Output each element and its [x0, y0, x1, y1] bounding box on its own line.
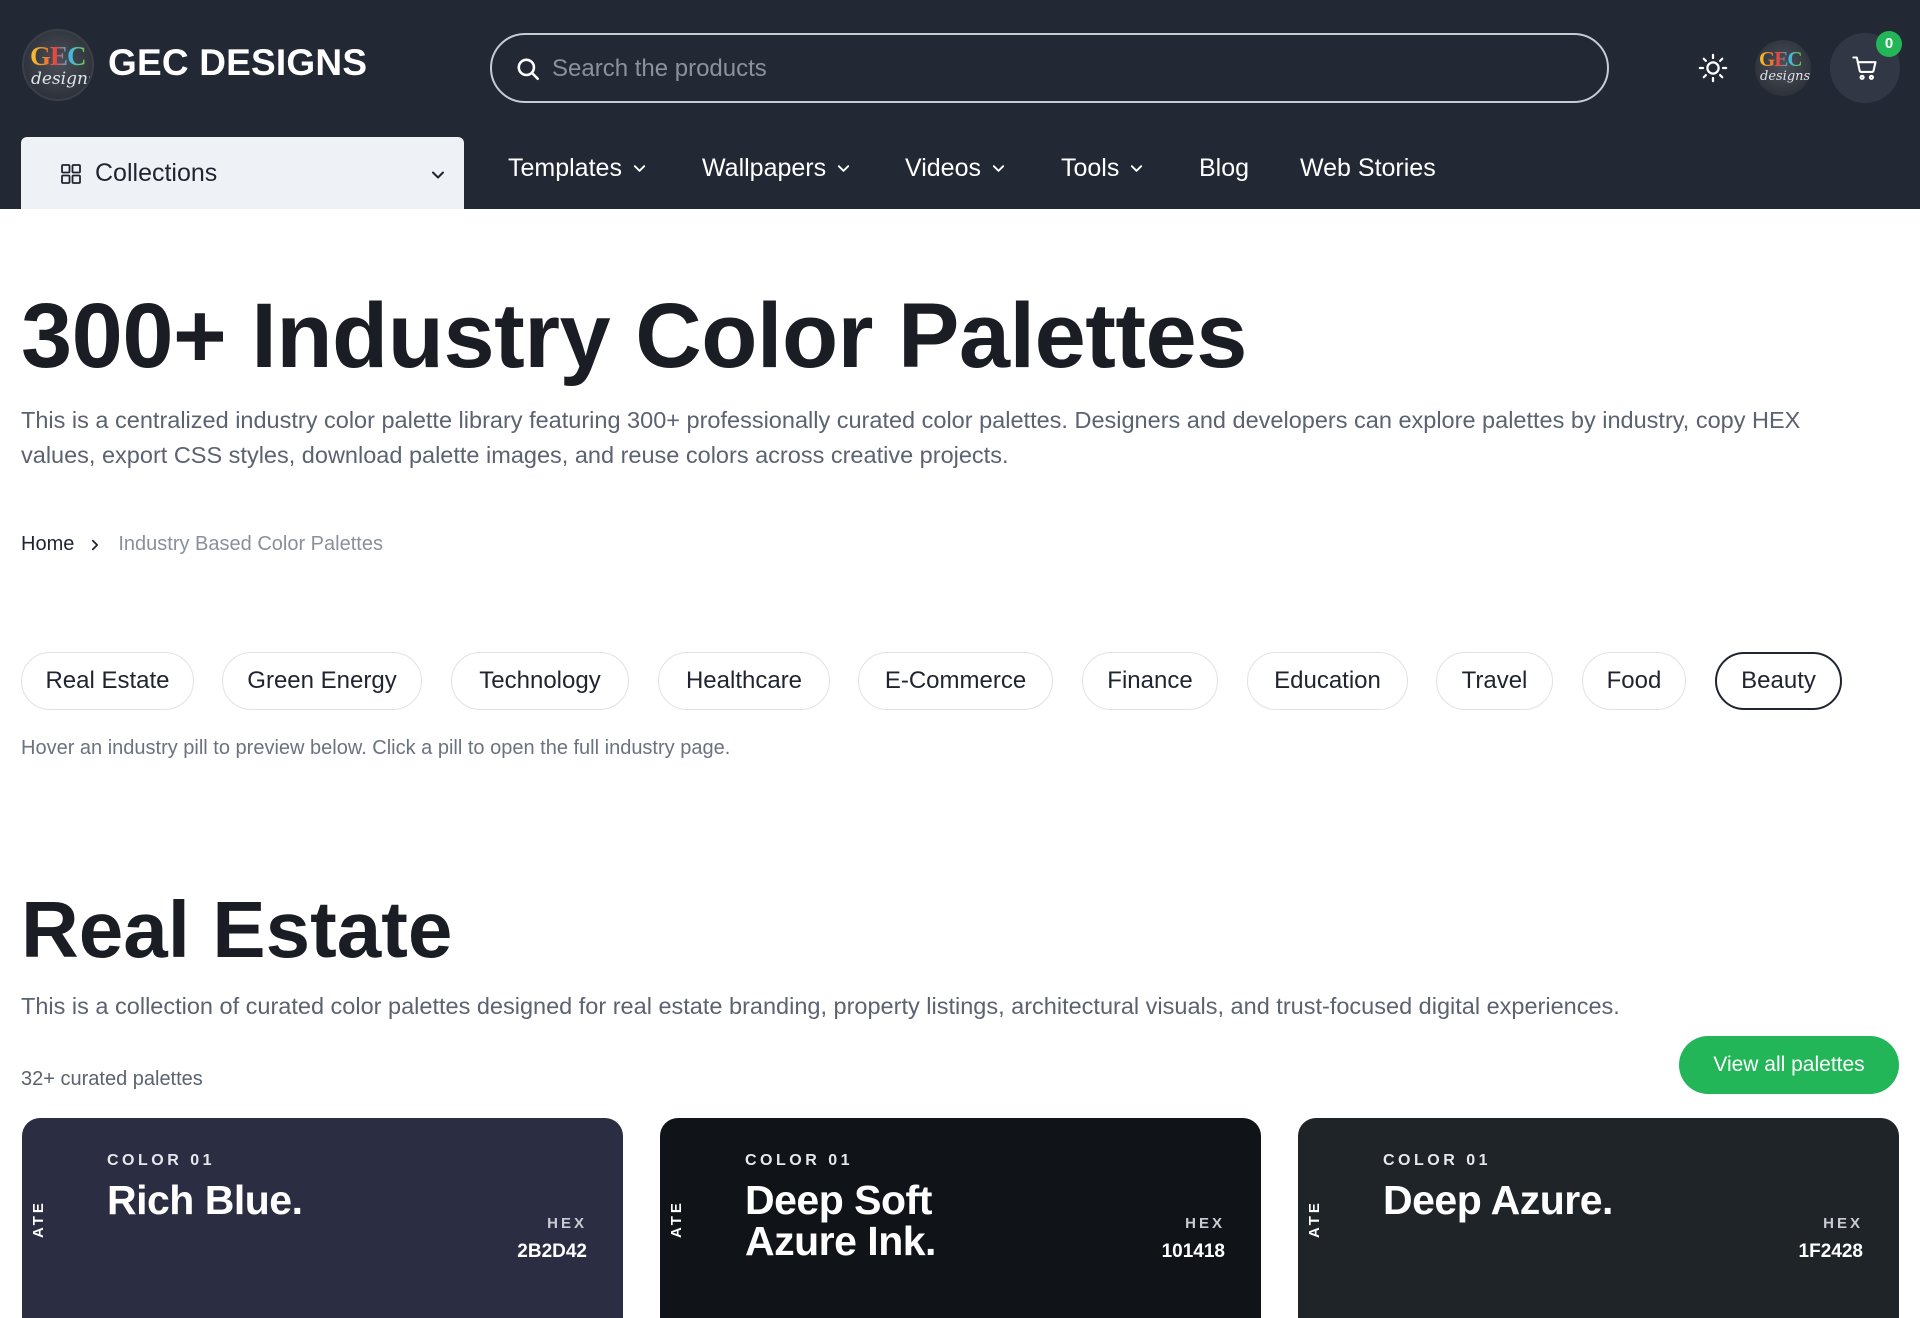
- search-icon: [517, 58, 540, 81]
- view-all-palettes-button[interactable]: View all palettes: [1679, 1036, 1899, 1094]
- pill-real-estate[interactable]: Real Estate: [21, 652, 194, 710]
- section-description: This is a collection of curated color pa…: [21, 993, 1620, 1019]
- section-title: Real Estate: [21, 885, 453, 974]
- nav-item-label: Tools: [1061, 153, 1120, 182]
- site-header: GEC designs GEC DESIGNS GEC designs 0 Co…: [0, 0, 1920, 209]
- color-label: COLOR 01: [1383, 1152, 1492, 1169]
- pill-food[interactable]: Food: [1582, 652, 1686, 710]
- hex-label: HEX: [1823, 1215, 1863, 1232]
- logo-text: GEC: [30, 41, 87, 71]
- pill-e-commerce[interactable]: E-Commerce: [858, 652, 1053, 710]
- nav-item-videos[interactable]: Videos: [905, 150, 1006, 186]
- nav-item-blog[interactable]: Blog: [1199, 150, 1249, 186]
- hex-label: HEX: [1185, 1215, 1225, 1232]
- nav-item-templates[interactable]: Templates: [508, 150, 647, 186]
- nav-item-label: Wallpapers: [702, 153, 827, 182]
- chevron-down-icon: [633, 164, 646, 172]
- palette-card[interactable]: ATE COLOR 01 Deep Azure. HEX 1F2428: [1298, 1118, 1899, 1318]
- pill-travel[interactable]: Travel: [1436, 652, 1553, 710]
- brand-logo[interactable]: GEC designs: [22, 29, 94, 101]
- card-side-label: ATE: [1306, 1200, 1323, 1238]
- nav-item-wallpapers[interactable]: Wallpapers: [702, 150, 851, 186]
- nav-item-label: Videos: [905, 153, 981, 182]
- cart-count-badge: 0: [1876, 31, 1902, 57]
- nav-item-label: Templates: [508, 153, 622, 182]
- grid-icon: [61, 164, 81, 184]
- avatar-logo-subtext: designs: [1760, 69, 1811, 84]
- card-side-label: ATE: [668, 1200, 685, 1238]
- collections-label: Collections: [95, 159, 218, 187]
- logo-subtext: designs: [31, 69, 94, 89]
- color-label: COLOR 01: [745, 1152, 854, 1169]
- hex-value[interactable]: 101418: [1162, 1241, 1225, 1263]
- sun-icon[interactable]: [1698, 53, 1728, 83]
- color-name: Deep Soft Azure Ink.: [745, 1177, 936, 1264]
- chevron-down-icon: [838, 164, 850, 172]
- chevron-down-icon: [992, 164, 1005, 172]
- avatar[interactable]: GEC designs: [1755, 40, 1811, 96]
- pill-education[interactable]: Education: [1247, 652, 1408, 710]
- palette-card[interactable]: ATE COLOR 01 Deep Soft Azure Ink. HEX 10…: [660, 1118, 1261, 1318]
- pill-technology[interactable]: Technology: [451, 652, 629, 710]
- pill-hint: Hover an industry pill to preview below.…: [21, 737, 731, 759]
- color-name: Rich Blue.: [107, 1177, 303, 1223]
- pill-finance[interactable]: Finance: [1082, 652, 1218, 710]
- pill-green-energy[interactable]: Green Energy: [222, 652, 422, 710]
- hex-value[interactable]: 2B2D42: [517, 1241, 587, 1263]
- cart-icon: [1852, 56, 1877, 80]
- nav-item-web-stories[interactable]: Web Stories: [1300, 150, 1436, 186]
- chevron-down-icon: [432, 171, 444, 179]
- search-input[interactable]: [552, 49, 1582, 89]
- hex-label: HEX: [547, 1215, 587, 1232]
- search-bar: [490, 33, 1609, 103]
- card-side-label: ATE: [30, 1200, 47, 1238]
- nav-item-label: Blog: [1199, 153, 1250, 182]
- palette-card[interactable]: ATE COLOR 01 Rich Blue. HEX 2B2D42: [22, 1118, 623, 1318]
- color-label: COLOR 01: [107, 1152, 216, 1169]
- chevron-right-icon: [92, 539, 99, 550]
- breadcrumb-home-link[interactable]: Home: [21, 533, 74, 556]
- hex-value[interactable]: 1F2428: [1799, 1241, 1863, 1263]
- breadcrumb: Home Industry Based Color Palettes: [21, 533, 383, 556]
- page-title: 300+ Industry Color Palettes: [21, 285, 1247, 387]
- pill-healthcare[interactable]: Healthcare: [658, 652, 830, 710]
- pill-beauty[interactable]: Beauty: [1715, 652, 1842, 710]
- nav-item-label: Web Stories: [1300, 153, 1436, 182]
- chevron-down-icon: [1131, 164, 1143, 172]
- brand-name[interactable]: GEC DESIGNS: [108, 42, 367, 84]
- page-intro: This is a centralized industry color pal…: [21, 407, 1801, 468]
- color-name: Deep Azure.: [1383, 1177, 1613, 1223]
- collections-dropdown[interactable]: Collections: [21, 137, 464, 209]
- palette-count: 32+ curated palettes: [21, 1068, 203, 1090]
- breadcrumb-current: Industry Based Color Palettes: [118, 533, 383, 555]
- nav-item-tools[interactable]: Tools: [1061, 150, 1144, 186]
